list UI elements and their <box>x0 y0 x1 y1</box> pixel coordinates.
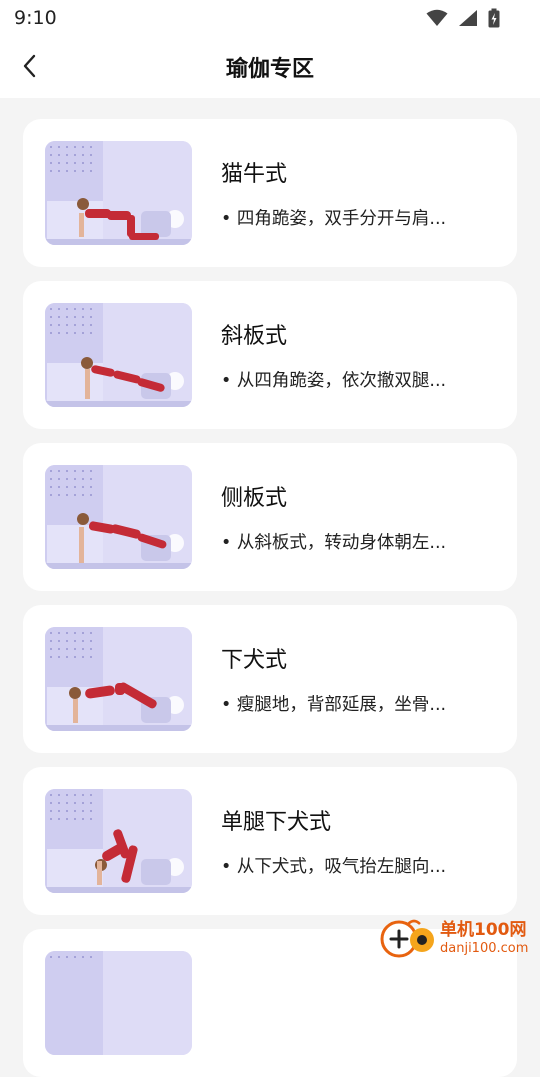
watermark-name: 单机100网 <box>440 919 527 940</box>
watermark-logo <box>378 916 438 960</box>
watermark-url: danji100.com <box>440 940 529 956</box>
pose-thumbnail <box>45 303 192 407</box>
pose-card[interactable]: 侧板式 • 从斜板式，转动身体朝左... <box>23 443 517 591</box>
pose-description: • 四角跪姿，双手分开与肩... <box>221 209 447 229</box>
cell-signal-icon <box>459 10 477 26</box>
watermark-text: 单机100网 danji100.com <box>440 919 529 956</box>
pose-thumbnail <box>45 465 192 569</box>
pose-description: • 从四角跪姿，依次撤双腿... <box>221 371 447 391</box>
site-watermark: 单机100网 danji100.com <box>378 916 538 960</box>
pose-title: 单腿下犬式 <box>221 810 332 835</box>
pose-card-text: 下犬式 • 瘦腿地，背部延展，坐骨... <box>221 642 471 716</box>
pose-card-text: 斜板式 • 从四角跪姿，依次撤双腿... <box>221 318 471 392</box>
status-bar: 9:10 <box>0 0 540 36</box>
pose-card[interactable]: 单腿下犬式 • 从下犬式，吸气抬左腿向... <box>23 767 517 915</box>
pose-card-text: 猫牛式 • 四角跪姿，双手分开与肩... <box>221 156 471 230</box>
pose-description: • 从斜板式，转动身体朝左... <box>221 533 447 553</box>
battery-icon <box>488 8 500 28</box>
pose-title: 斜板式 <box>221 324 288 349</box>
pose-card[interactable]: 斜板式 • 从四角跪姿，依次撤双腿... <box>23 281 517 429</box>
pose-card[interactable]: 下犬式 • 瘦腿地，背部延展，坐骨... <box>23 605 517 753</box>
pose-thumbnail <box>45 627 192 731</box>
pose-description: • 从下犬式，吸气抬左腿向... <box>221 857 447 877</box>
pose-title: 侧板式 <box>221 486 288 511</box>
chevron-left-icon <box>23 54 36 78</box>
pose-thumbnail <box>45 951 192 1055</box>
pose-description: • 瘦腿地，背部延展，坐骨... <box>221 695 447 715</box>
pose-thumbnail <box>45 141 192 245</box>
pose-card-text: 单腿下犬式 • 从下犬式，吸气抬左腿向... <box>221 804 471 878</box>
pose-card-text <box>221 995 471 1012</box>
page-title: 瑜伽专区 <box>225 57 314 82</box>
pose-card-text: 侧板式 • 从斜板式，转动身体朝左... <box>221 480 471 554</box>
wifi-icon <box>426 9 448 26</box>
back-button[interactable] <box>10 44 50 88</box>
pose-title: 下犬式 <box>221 648 288 673</box>
app-header: 瑜伽专区 <box>0 36 540 98</box>
pose-title: 猫牛式 <box>221 162 288 187</box>
status-time: 9:10 <box>14 7 57 29</box>
status-icons <box>426 8 500 28</box>
pose-thumbnail <box>45 789 192 893</box>
pose-card[interactable]: 猫牛式 • 四角跪姿，双手分开与肩... <box>23 119 517 267</box>
